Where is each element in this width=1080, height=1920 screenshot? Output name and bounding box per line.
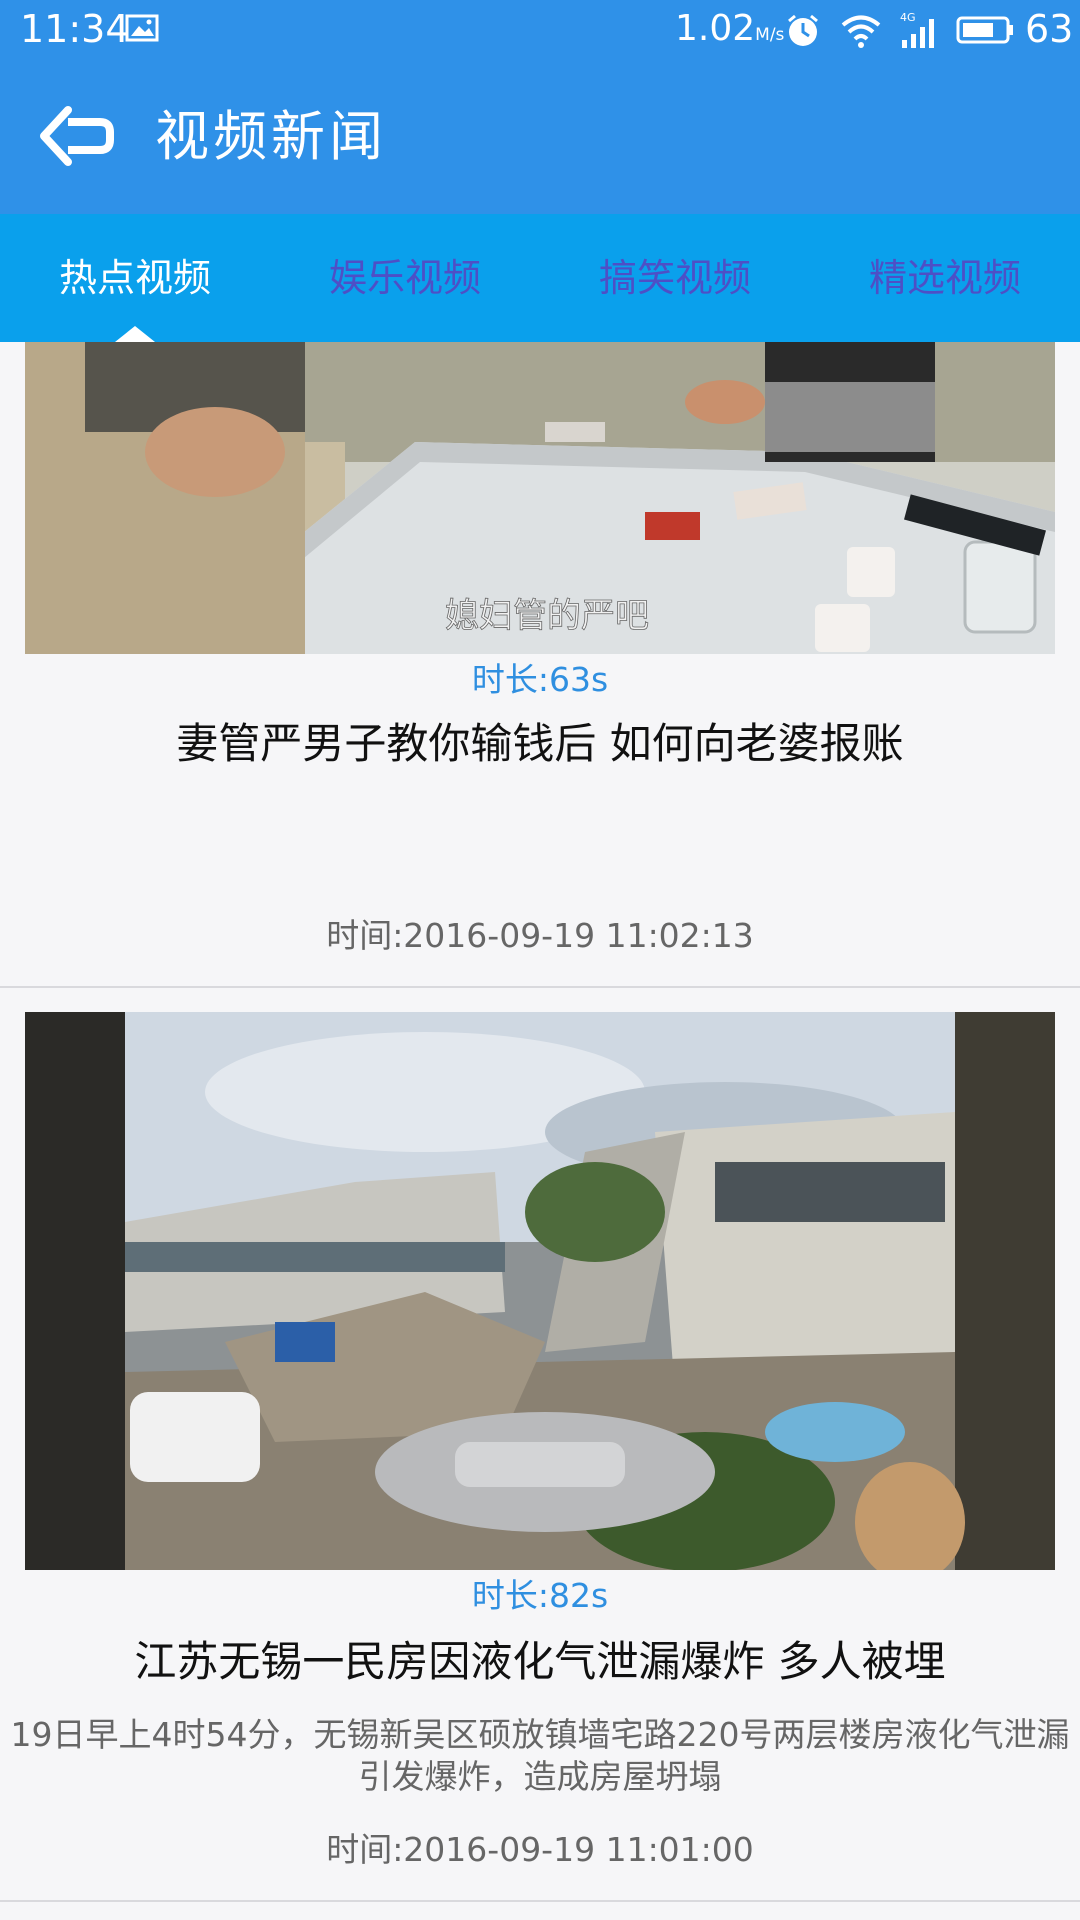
category-tabs: 热点视频 娱乐视频 搞笑视频 精选视频	[0, 214, 1080, 342]
back-arrow-icon[interactable]	[38, 102, 114, 170]
video-duration: 时长:63s	[471, 660, 609, 699]
tab-funny-videos[interactable]: 搞笑视频	[540, 214, 810, 342]
alarm-icon	[788, 14, 818, 46]
signal-4g-icon: 4G	[900, 11, 934, 48]
status-bar: 11:34 1.02M/s 4G 63	[0, 0, 1080, 60]
news-summary: 19日早上4时54分，无锡新吴区硕放镇墙宅路220号两层楼房液化气泄漏引发爆炸，…	[10, 1715, 1070, 1796]
active-tab-indicator	[115, 326, 155, 342]
news-title[interactable]: 江苏无锡一民房因液化气泄漏爆炸 多人被埋	[0, 1632, 1080, 1692]
app-bar: 视频新闻	[0, 60, 1080, 214]
tab-hot-videos[interactable]: 热点视频	[0, 214, 270, 342]
page-title: 视频新闻	[155, 105, 387, 168]
divider	[0, 986, 1080, 988]
status-time: 11:34	[20, 7, 130, 51]
publish-time: 时间:2016-09-19 11:01:00	[326, 1830, 754, 1869]
network-speed: 1.02M/s	[675, 8, 785, 49]
battery-percent: 63	[1025, 7, 1074, 51]
divider	[0, 1900, 1080, 1902]
thumbnail-caption: 媳妇管的严吧	[445, 596, 649, 636]
svg-text:4G: 4G	[900, 11, 916, 24]
tab-entertainment-videos[interactable]: 娱乐视频	[270, 214, 540, 342]
video-thumbnail[interactable]: 媳妇管的严吧	[25, 342, 1055, 654]
video-thumbnail[interactable]	[25, 1012, 1055, 1570]
news-title[interactable]: 妻管严男子教你输钱后 如何向老婆报账	[0, 714, 1080, 774]
tab-featured-videos[interactable]: 精选视频	[810, 214, 1080, 342]
wifi-icon	[841, 15, 881, 48]
battery-icon	[956, 16, 1013, 44]
publish-time: 时间:2016-09-19 11:02:13	[326, 916, 754, 955]
image-notification-icon	[125, 14, 159, 42]
video-duration: 时长:82s	[471, 1576, 609, 1615]
